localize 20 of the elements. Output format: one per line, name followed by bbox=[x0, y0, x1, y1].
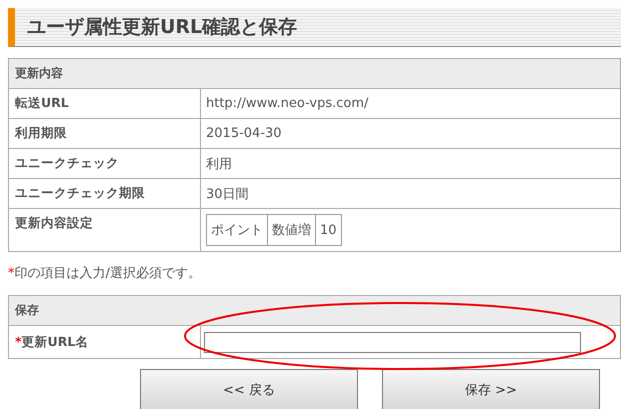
field-label: 転送URL bbox=[8, 88, 200, 118]
url-name-input[interactable] bbox=[204, 332, 581, 352]
back-button[interactable]: << 戻る bbox=[140, 369, 358, 409]
required-note: *印の項目は入力/選択必須です。 bbox=[8, 265, 202, 282]
setting-cell: ポイント bbox=[206, 214, 268, 246]
field-value: 30日間 bbox=[200, 178, 620, 208]
page-title: ユーザ属性更新URL確認と保存 bbox=[27, 15, 298, 40]
field-label: *更新URL名 bbox=[8, 326, 200, 358]
section-header: 更新内容 bbox=[8, 58, 620, 88]
field-label: 更新内容設定 bbox=[8, 208, 200, 252]
field-label: ユニークチェック bbox=[8, 148, 200, 178]
field-value: 利用 bbox=[200, 148, 620, 178]
field-value: http://www.neo-vps.com/ bbox=[200, 88, 620, 118]
setting-cell: 10 bbox=[316, 214, 342, 246]
field-label: ユニークチェック期限 bbox=[8, 178, 200, 208]
save-button[interactable]: 保存 >> bbox=[382, 369, 600, 409]
field-label: 利用期限 bbox=[8, 118, 200, 148]
field-value: 2015-04-30 bbox=[200, 118, 620, 148]
section-header: 保存 bbox=[8, 296, 620, 326]
setting-cell: 数値増 bbox=[268, 214, 316, 246]
